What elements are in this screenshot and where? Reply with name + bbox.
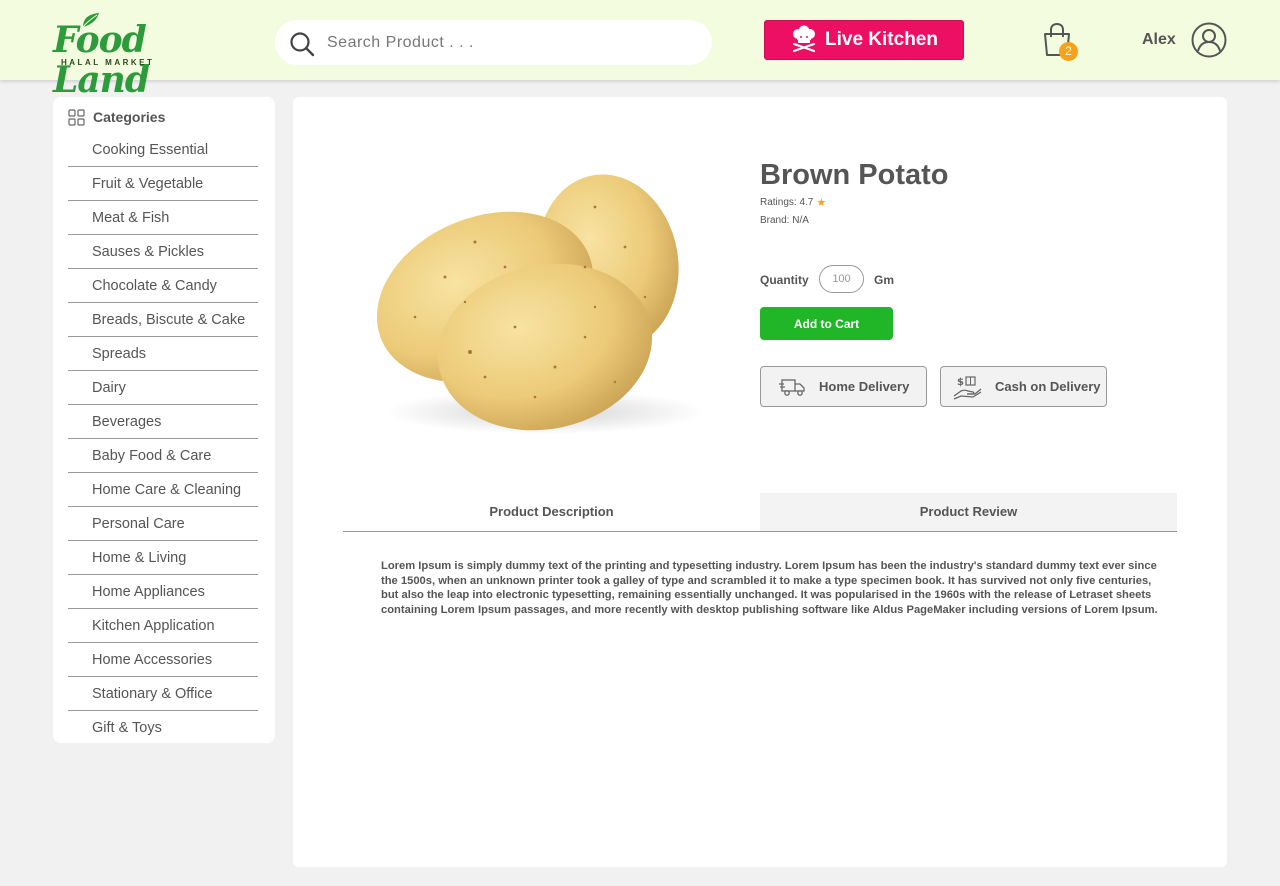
- category-item[interactable]: Dairy: [68, 371, 258, 405]
- food-land-logo[interactable]: Food Land HALAL MARKET: [53, 12, 213, 100]
- home-delivery-label: Home Delivery: [819, 379, 910, 394]
- search-bar: [275, 20, 712, 65]
- grid-icon: [68, 108, 85, 126]
- svg-text:$: $: [957, 377, 964, 388]
- home-delivery-option[interactable]: Home Delivery: [760, 366, 927, 407]
- cash-on-delivery-option[interactable]: $ Cash on Delivery: [940, 366, 1107, 407]
- user-name[interactable]: Alex: [1142, 31, 1176, 49]
- add-to-cart-button[interactable]: Add to Cart: [760, 307, 893, 340]
- live-kitchen-button[interactable]: Live Kitchen: [764, 20, 964, 60]
- product-tabs: Product Description Product Review: [343, 493, 1177, 532]
- cart-count-badge: 2: [1059, 42, 1078, 61]
- category-item[interactable]: Sauses & Pickles: [68, 235, 258, 269]
- categories-label: Categories: [93, 109, 166, 125]
- category-item[interactable]: Chocolate & Candy: [68, 269, 258, 303]
- live-kitchen-label: Live Kitchen: [825, 29, 938, 50]
- quantity-label: Quantity: [760, 273, 809, 287]
- category-item[interactable]: Cooking Essential: [68, 133, 258, 167]
- potato-product-image: [376, 174, 705, 434]
- category-list: Cooking Essential Fruit & Vegetable Meat…: [68, 133, 258, 745]
- cash-on-delivery-label: Cash on Delivery: [995, 379, 1101, 394]
- category-item[interactable]: Stationary & Office: [68, 677, 258, 711]
- logo-tagline: HALAL MARKET: [61, 58, 155, 67]
- category-item[interactable]: Home Accessories: [68, 643, 258, 677]
- tab-product-description[interactable]: Product Description: [343, 493, 760, 531]
- categories-heading[interactable]: Categories: [68, 107, 165, 127]
- category-sidebar: Categories Cooking Essential Fruit & Veg…: [53, 97, 275, 743]
- rating-text: Ratings: 4.7: [760, 197, 814, 208]
- product-detail-panel: Brown Potato Ratings: 4.7 ★ Brand: N/A Q…: [293, 97, 1227, 867]
- category-item[interactable]: Meat & Fish: [68, 201, 258, 235]
- quantity-input[interactable]: [819, 265, 864, 293]
- delivery-truck-icon: [779, 378, 805, 396]
- product-description-text: Lorem Ipsum is simply dummy text of the …: [381, 560, 1158, 616]
- tab-product-review[interactable]: Product Review: [760, 493, 1177, 531]
- category-item[interactable]: Home Appliances: [68, 575, 258, 609]
- category-item[interactable]: Kitchen Application: [68, 609, 258, 643]
- cart-button[interactable]: 2: [1040, 22, 1080, 62]
- category-item[interactable]: Baby Food & Care: [68, 439, 258, 473]
- category-item[interactable]: Personal Care: [68, 507, 258, 541]
- category-item[interactable]: Home Care & Cleaning: [68, 473, 258, 507]
- category-item[interactable]: Gift & Toys: [68, 711, 258, 745]
- user-avatar-icon[interactable]: [1191, 22, 1227, 58]
- chef-hat-icon: [789, 25, 819, 55]
- top-header: Food Land HALAL MARKET Live Kitchen: [0, 0, 1280, 100]
- quantity-unit: Gm: [874, 273, 895, 287]
- product-rating: Ratings: 4.7 ★: [760, 196, 826, 209]
- cash-hand-icon: $: [953, 375, 982, 400]
- category-item[interactable]: Breads, Biscute & Cake: [68, 303, 258, 337]
- category-item[interactable]: Home & Living: [68, 541, 258, 575]
- category-item[interactable]: Spreads: [68, 337, 258, 371]
- category-item[interactable]: Beverages: [68, 405, 258, 439]
- category-item[interactable]: Fruit & Vegetable: [68, 167, 258, 201]
- search-icon[interactable]: [289, 31, 315, 57]
- product-brand: Brand: N/A: [760, 215, 809, 226]
- product-title: Brown Potato: [760, 159, 949, 191]
- search-input[interactable]: [327, 30, 687, 55]
- star-icon: ★: [816, 197, 827, 209]
